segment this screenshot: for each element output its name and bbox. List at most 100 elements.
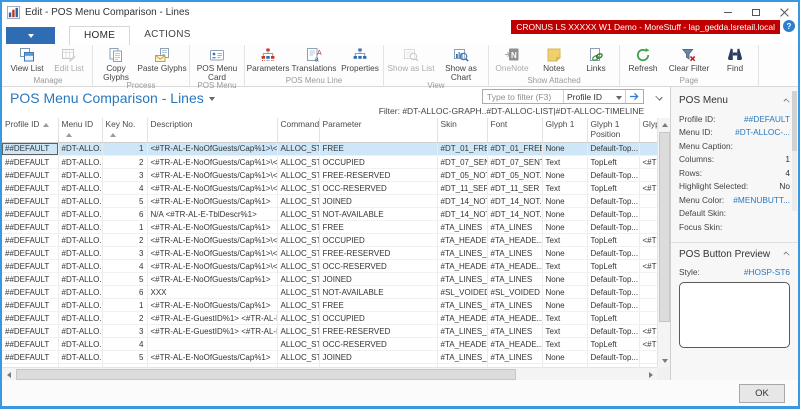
table-row[interactable]: ##DEFAULT#DT-ALLO...5<#TR-AL-E-NoOfGuest… — [2, 195, 657, 208]
cell-skin[interactable]: #TA_LINES_F... — [437, 325, 487, 338]
table-row[interactable]: ##DEFAULT#DT-ALLO...6N/A <#TR-AL-E-TblDe… — [2, 208, 657, 221]
cell-glyph[interactable]: <#TR — [639, 325, 657, 338]
cell-glyph[interactable]: <#TR — [639, 260, 657, 273]
cell-command[interactable]: ALLOC_ST... — [277, 208, 319, 221]
cell-glyph-1-position[interactable]: TopLeft — [587, 312, 639, 325]
cell-description[interactable]: <#TR-AL-E-NoOfGuests/Cap%1>\<#T... — [147, 143, 277, 156]
factbox-scrollbar[interactable] — [792, 91, 797, 211]
cell-glyph-1-position[interactable]: Default-Top... — [587, 273, 639, 286]
cell-skin[interactable]: #TA_HEADE... — [437, 338, 487, 351]
cell-glyph-1[interactable]: Text — [542, 260, 587, 273]
cell-font[interactable]: #TA_LINES — [487, 221, 542, 234]
cell-glyph-1[interactable]: Text — [542, 312, 587, 325]
cell-key-no[interactable]: 3 — [102, 169, 147, 182]
cell-menu-id[interactable]: #DT-ALLO... — [58, 286, 102, 299]
table-row[interactable]: ##DEFAULT#DT-ALLO...3<#TR-AL-E-NoOfGuest… — [2, 169, 657, 182]
cell-menu-id[interactable]: #DT-ALLO... — [58, 156, 102, 169]
cell-glyph-1[interactable]: Text — [542, 325, 587, 338]
cell-description[interactable]: <#TR-AL-E-NoOfGuests/Cap%1>\<#T... — [147, 156, 277, 169]
cell-menu-id[interactable]: #DT-ALLO... — [58, 260, 102, 273]
cell-command[interactable]: ALLOC_ST... — [277, 312, 319, 325]
scroll-right-button[interactable] — [644, 368, 657, 381]
table-row[interactable]: ##DEFAULT#DT-ALLO...3<#TR-AL-E-NoOfGuest… — [2, 247, 657, 260]
cell-menu-id[interactable]: #DT-ALLO... — [58, 143, 102, 156]
cell-command[interactable]: ALLOC_ST... — [277, 156, 319, 169]
cell-font[interactable]: #TA_HEADE... — [487, 338, 542, 351]
table-row[interactable]: ##DEFAULT#DT-ALLO...6XXXALLOC_ST...NOT-A… — [2, 286, 657, 299]
cell-command[interactable]: ALLOC_ST... — [277, 351, 319, 364]
cell-menu-id[interactable]: #DT-ALLO... — [58, 351, 102, 364]
cell-glyph[interactable] — [639, 208, 657, 221]
factbox-pos-menu-header[interactable]: POS Menu — [679, 89, 790, 112]
column-header-glyph[interactable]: Glyph — [639, 118, 657, 142]
table-row[interactable]: ##DEFAULT#DT-ALLO...3<#TR-AL-E-GuestID%1… — [2, 325, 657, 338]
cell-glyph-1[interactable]: None — [542, 286, 587, 299]
table-row[interactable]: ##DEFAULT#DT-ALLO...2<#TR-AL-E-NoOfGuest… — [2, 234, 657, 247]
horizontal-scrollbar[interactable] — [2, 367, 657, 380]
column-header-command[interactable]: Command — [277, 118, 319, 142]
cell-glyph-1-position[interactable]: Default-Top... — [587, 169, 639, 182]
table-row[interactable]: ##DEFAULT#DT-ALLO...2<#TR-AL-E-GuestID%1… — [2, 312, 657, 325]
cell-glyph[interactable] — [639, 286, 657, 299]
cell-key-no[interactable]: 3 — [102, 325, 147, 338]
cell-command[interactable]: ALLOC_ST... — [277, 234, 319, 247]
cell-menu-id[interactable]: #DT-ALLO... — [58, 208, 102, 221]
cell-glyph[interactable] — [639, 143, 657, 156]
tab-actions[interactable]: ACTIONS — [130, 26, 205, 45]
cell-profile-id[interactable]: ##DEFAULT — [2, 273, 58, 286]
cell-glyph-1-position[interactable]: Default-Top... — [587, 351, 639, 364]
cell-command[interactable]: ALLOC_ST... — [277, 169, 319, 182]
cell-glyph-1-position[interactable]: TopLeft — [587, 156, 639, 169]
cell-key-no[interactable]: 4 — [102, 338, 147, 351]
cell-glyph-1[interactable]: None — [542, 299, 587, 312]
cell-command[interactable]: ALLOC_ST... — [277, 221, 319, 234]
notes-button[interactable]: Notes — [533, 46, 575, 73]
cell-parameter[interactable]: JOINED — [319, 195, 437, 208]
cell-glyph[interactable] — [639, 195, 657, 208]
cell-key-no[interactable]: 5 — [102, 195, 147, 208]
column-header-description[interactable]: Description — [147, 118, 277, 142]
column-header-parameter[interactable]: Parameter — [319, 118, 437, 142]
cell-profile-id[interactable]: ##DEFAULT — [2, 286, 58, 299]
cell-profile-id[interactable]: ##DEFAULT — [2, 156, 58, 169]
cell-command[interactable]: ALLOC_ST... — [277, 182, 319, 195]
cell-parameter[interactable]: FREE-RESERVED — [319, 247, 437, 260]
cell-font[interactable]: #DT_01_FREE — [487, 143, 542, 156]
cell-menu-id[interactable]: #DT-ALLO... — [58, 221, 102, 234]
cell-font[interactable]: #TA_LINES — [487, 273, 542, 286]
column-header-key-no[interactable]: Key No. — [102, 118, 147, 142]
table-row[interactable]: ##DEFAULT#DT-ALLO...1<#TR-AL-E-NoOfGuest… — [2, 221, 657, 234]
cell-menu-id[interactable]: #DT-ALLO... — [58, 182, 102, 195]
cell-menu-id[interactable]: #DT-ALLO... — [58, 312, 102, 325]
cell-glyph-1[interactable]: None — [542, 143, 587, 156]
table-row[interactable]: ##DEFAULT#DT-ALLO...1<#TR-AL-E-NoOfGuest… — [2, 143, 657, 156]
cell-menu-id[interactable]: #DT-ALLO... — [58, 338, 102, 351]
cell-glyph[interactable] — [639, 351, 657, 364]
cell-menu-id[interactable]: #DT-ALLO... — [58, 299, 102, 312]
cell-skin[interactable]: #TA_LINES_ — [437, 273, 487, 286]
cell-skin[interactable]: #TA_HEADER — [437, 312, 487, 325]
cell-glyph[interactable] — [639, 273, 657, 286]
cell-parameter[interactable]: NOT-AVAILABLE — [319, 286, 437, 299]
ok-button[interactable]: OK — [739, 384, 785, 403]
cell-description[interactable]: <#TR-AL-E-NoOfGuests/Cap%1> — [147, 351, 277, 364]
pos-menu-card-button[interactable]: POS Menu Card — [192, 46, 242, 81]
cell-parameter[interactable]: FREE — [319, 221, 437, 234]
parameters-button[interactable]: Parameters — [247, 46, 289, 73]
view-list-button[interactable]: View List — [6, 46, 48, 73]
cell-profile-id[interactable]: ##DEFAULT — [2, 234, 58, 247]
cell-glyph-1[interactable]: Text — [542, 182, 587, 195]
cell-key-no[interactable]: 5 — [102, 273, 147, 286]
cell-description[interactable]: <#TR-AL-E-NoOfGuests/Cap%1> — [147, 299, 277, 312]
cell-parameter[interactable]: FREE — [319, 143, 437, 156]
cell-description[interactable]: <#TR-AL-E-NoOfGuests/Cap%1>\<#T... — [147, 234, 277, 247]
cell-description[interactable]: XXX — [147, 286, 277, 299]
cell-glyph-1-position[interactable]: Default-Top... — [587, 325, 639, 338]
cell-glyph-1[interactable]: None — [542, 273, 587, 286]
cell-glyph[interactable] — [639, 221, 657, 234]
cell-description[interactable]: <#TR-AL-E-NoOfGuests/Cap%1>\<#T... — [147, 247, 277, 260]
cell-glyph-1[interactable]: None — [542, 351, 587, 364]
collapse-page-chevron-icon[interactable] — [656, 94, 664, 99]
copy-glyphs-button[interactable]: Copy Glyphs — [95, 46, 137, 81]
cell-menu-id[interactable]: #DT-ALLO... — [58, 247, 102, 260]
